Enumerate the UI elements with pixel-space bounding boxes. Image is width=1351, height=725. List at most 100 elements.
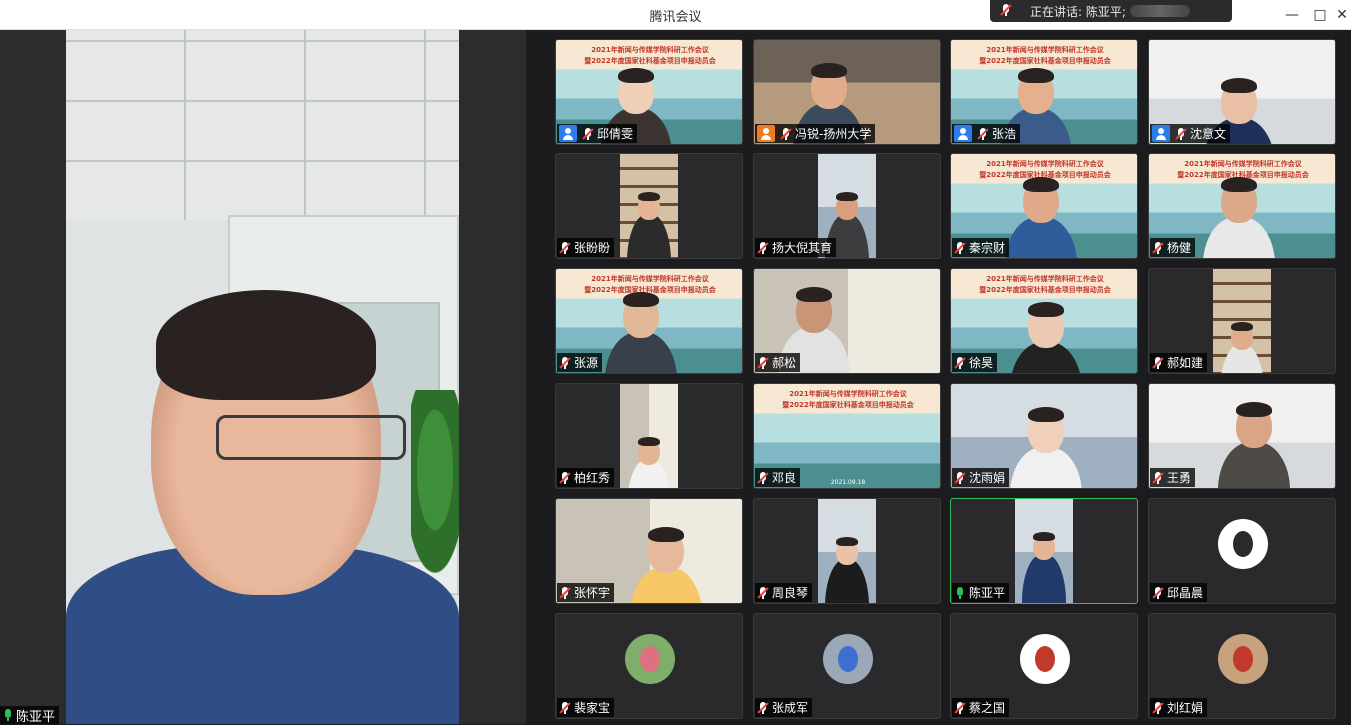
participant-name-tag: 邓良 [755,468,801,487]
banner-line-1: 2021年新闻与传媒学院科研工作会议 [1184,160,1302,168]
banner-line-1: 2021年新闻与传媒学院科研工作会议 [986,275,1104,283]
participant-name: 陈亚平 [969,586,1006,600]
muted-mic-icon [582,127,594,141]
participant-tile[interactable]: 陈亚平 [950,498,1138,604]
video-feed [1213,269,1271,373]
banner-line-2: 暨2022年度国家社科基金项目申报动员会 [979,286,1111,294]
participant-tile[interactable]: 刘红娟 [1148,613,1336,719]
participant-name-tag: 张浩 [952,124,1021,143]
participant-name: 沈意文 [1190,127,1227,141]
participant-tile[interactable]: 2021年新闻与传媒学院科研工作会议 暨2022年度国家社科基金项目申报动员会 邱倩… [555,39,743,145]
participant-tile[interactable]: 张怀宇 [555,498,743,604]
avatar [823,634,873,684]
participant-tile[interactable]: 邱晶晨 [1148,498,1336,604]
participant-tile[interactable]: 张成军 [753,613,941,719]
user-icon [1152,125,1170,142]
participant-name: 周良琴 [772,586,809,600]
banner-line-1: 2021年新闻与传媒学院科研工作会议 [591,275,709,283]
participant-name-tag: 张成军 [755,698,813,717]
muted-mic-icon [954,241,966,255]
participant-name-tag: 邱倩雯 [557,124,638,143]
participant-name: 张源 [574,356,599,370]
participant-name: 扬大倪其育 [772,241,833,255]
participant-name: 张盼盼 [574,241,611,255]
participant-name-tag: 扬大倪其育 [755,238,837,257]
muted-mic-icon [977,127,989,141]
minimize-button[interactable]: — [1283,6,1301,24]
participant-name: 王勇 [1167,471,1192,485]
muted-mic-icon [559,586,571,600]
participant-tile[interactable]: 2021年新闻与传媒学院科研工作会议 暨2022年度国家社科基金项目申报动员会 张源 [555,268,743,374]
muted-mic-icon [954,356,966,370]
muted-mic-icon [757,471,769,485]
participant-name-tag: 秦宗财 [952,238,1010,257]
participant-tile[interactable]: 2021年新闻与传媒学院科研工作会议 暨2022年度国家社科基金项目申报动员会 杨健 [1148,153,1336,259]
participant-tile[interactable]: 沈雨娟 [950,383,1138,489]
muted-mic-icon [1000,3,1012,17]
participant-tile[interactable]: 2021年新闻与传媒学院科研工作会议 暨2022年度国家社科基金项目申报动员会 张浩 [950,39,1138,145]
participant-name-tag: 冯锐-扬州大学 [755,124,876,143]
participant-tile[interactable]: 沈意文 [1148,39,1336,145]
participant-name-tag: 蔡之国 [952,698,1010,717]
participant-tile[interactable]: 扬大倪其育 [753,153,941,259]
banner-line-1: 2021年新闻与传媒学院科研工作会议 [591,46,709,54]
participant-tile[interactable]: 裴家宝 [555,613,743,719]
participant-tile[interactable]: 2021年新闻与传媒学院科研工作会议 暨2022年度国家社科基金项目申报动员会 徐昊 [950,268,1138,374]
participant-name: 邱晶晨 [1167,586,1204,600]
main-speaker-name: 陈亚平 [16,709,56,725]
participant-name: 刘红娟 [1167,701,1204,715]
speaking-label: 正在讲话: 陈亚平; [1030,5,1126,19]
muted-mic-icon [1175,127,1187,141]
participant-tile[interactable]: 2021年新闻与传媒学院科研工作会议 暨2022年度国家社科基金项目申报动员会 20… [753,383,941,489]
participant-name-tag: 郝松 [755,353,801,372]
participant-tile[interactable]: 郝松 [753,268,941,374]
speaking-volume-indicator [1130,5,1190,17]
participant-name: 裴家宝 [574,701,611,715]
participant-tile[interactable]: 张盼盼 [555,153,743,259]
banner-line-2: 暨2022年度国家社科基金项目申报动员会 [782,401,914,409]
avatar [1218,634,1268,684]
banner-line-2: 暨2022年度国家社科基金项目申报动员会 [979,57,1111,65]
speaker-feed [66,30,459,724]
muted-mic-icon [757,241,769,255]
user-icon [559,125,577,142]
participant-name-tag: 刘红娟 [1150,698,1208,717]
avatar [1020,634,1070,684]
video-feed [1015,499,1073,603]
video-feed [620,154,678,258]
participant-name: 杨健 [1167,241,1192,255]
close-button[interactable]: ✕ [1333,6,1351,24]
participant-grid: 2021年新闻与传媒学院科研工作会议 暨2022年度国家社科基金项目申报动员会 邱倩… [526,30,1351,724]
participant-tile[interactable]: 2021年新闻与传媒学院科研工作会议 暨2022年度国家社科基金项目申报动员会 秦宗… [950,153,1138,259]
participant-name: 冯锐-扬州大学 [795,127,872,141]
muted-mic-icon [954,471,966,485]
user-icon [757,125,775,142]
muted-mic-icon [559,471,571,485]
participant-name: 蔡之国 [969,701,1006,715]
participant-tile[interactable]: 蔡之国 [950,613,1138,719]
main-speaker-label: 陈亚平 [0,706,60,725]
participant-name-tag: 沈雨娟 [952,468,1010,487]
participant-name-tag: 杨健 [1150,238,1196,257]
title-bar: 腾讯会议 正在讲话: 陈亚平; — □ ✕ [0,0,1351,30]
participant-name: 柏红秀 [574,471,611,485]
participant-name: 张成军 [772,701,809,715]
participant-name: 郝如建 [1167,356,1204,370]
participant-tile[interactable]: 冯锐-扬州大学 [753,39,941,145]
participant-name-tag: 沈意文 [1150,124,1231,143]
muted-mic-icon [757,356,769,370]
muted-mic-icon [559,701,571,715]
participant-name-tag: 裴家宝 [557,698,615,717]
speaking-indicator: 正在讲话: 陈亚平; [990,0,1232,22]
main-speaker-video[interactable]: 陈亚平 [0,30,526,725]
maximize-button[interactable]: □ [1311,6,1329,24]
participant-tile[interactable]: 王勇 [1148,383,1336,489]
participant-tile[interactable]: 周良琴 [753,498,941,604]
participant-tile[interactable]: 郝如建 [1148,268,1336,374]
participant-tile[interactable]: 柏红秀 [555,383,743,489]
participant-name-tag: 张源 [557,353,603,372]
participant-name: 张怀宇 [574,586,611,600]
banner-line-1: 2021年新闻与传媒学院科研工作会议 [789,390,907,398]
participant-name: 秦宗财 [969,241,1006,255]
muted-mic-icon [780,127,792,141]
